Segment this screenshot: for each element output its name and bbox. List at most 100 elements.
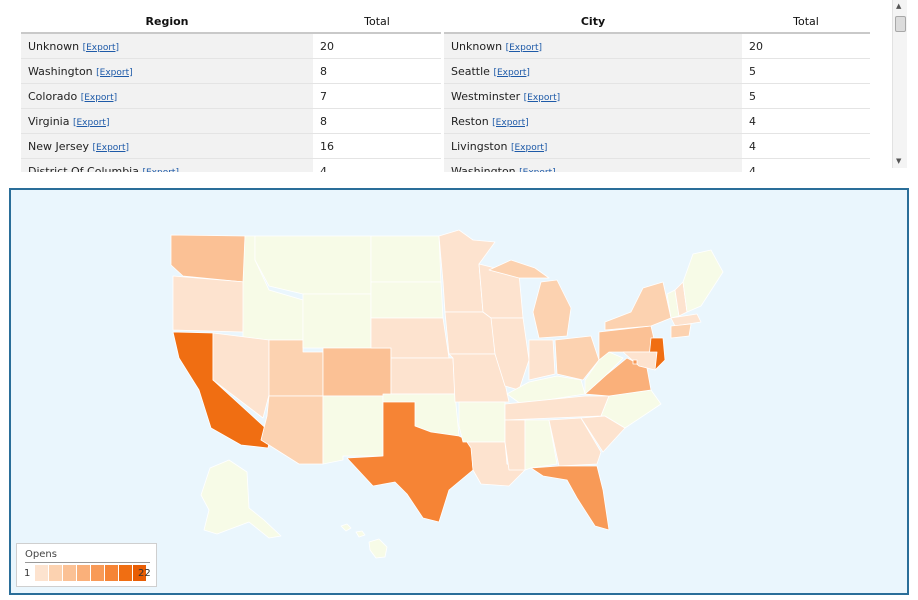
city-name-cell: Unknown [Export] xyxy=(444,33,742,59)
region-row: Unknown [Export] 20 xyxy=(21,33,441,59)
legend-swatch xyxy=(119,565,132,581)
legend-swatch xyxy=(105,565,118,581)
region-name-cell: Virginia [Export] xyxy=(21,108,313,134)
state-connecticut xyxy=(670,323,692,339)
region-total-cell: 8 xyxy=(313,108,441,134)
city-name-cell: Seattle [Export] xyxy=(444,58,742,84)
state-colorado xyxy=(322,347,392,397)
region-total-cell: 8 xyxy=(313,58,441,84)
city-name-cell: Livingston [Export] xyxy=(444,133,742,159)
state-new-york xyxy=(604,281,672,331)
city-name: Seattle xyxy=(451,64,490,78)
legend-swatch xyxy=(63,565,76,581)
city-name: Washington xyxy=(451,164,516,173)
state-kansas xyxy=(390,357,456,395)
state-florida xyxy=(530,465,610,531)
region-name: Colorado xyxy=(28,89,78,103)
scroll-thumb[interactable] xyxy=(895,16,906,32)
city-total-cell: 20 xyxy=(742,33,870,59)
state-wyoming xyxy=(302,293,372,349)
export-link[interactable]: [Export] xyxy=(73,118,109,128)
legend-color-scale xyxy=(35,565,147,581)
region-row: Washington [Export] 8 xyxy=(21,58,441,84)
state-maine xyxy=(682,249,724,313)
city-name: Westminster xyxy=(451,89,521,103)
city-name-cell: Washington [Export] xyxy=(444,158,742,173)
region-row: Virginia [Export] 8 xyxy=(21,108,441,134)
state-michigan xyxy=(532,279,572,339)
scroll-down-arrow-icon[interactable]: ▼ xyxy=(896,157,901,165)
region-row: Colorado [Export] 7 xyxy=(21,83,441,109)
region-row: New Jersey [Export] 16 xyxy=(21,133,441,159)
state-hawaii-1 xyxy=(340,523,352,532)
city-name-cell: Reston [Export] xyxy=(444,108,742,134)
city-row: Unknown [Export] 20 xyxy=(444,33,870,59)
region-name: Virginia xyxy=(28,114,70,128)
region-name: New Jersey xyxy=(28,139,90,153)
city-name: Unknown xyxy=(451,39,503,53)
export-link[interactable]: [Export] xyxy=(492,118,528,128)
city-table-header: City Total xyxy=(444,10,870,34)
export-link[interactable]: [Export] xyxy=(524,93,560,103)
city-name-cell: Westminster [Export] xyxy=(444,83,742,109)
export-link[interactable]: [Export] xyxy=(519,168,555,173)
city-row: Washington [Export]4 xyxy=(444,158,870,173)
region-name-cell: New Jersey [Export] xyxy=(21,133,313,159)
city-total-cell: 5 xyxy=(742,58,870,84)
export-link[interactable]: [Export] xyxy=(81,93,117,103)
city-total-cell: 5 xyxy=(742,83,870,109)
region-name: District Of Columbia xyxy=(28,164,139,173)
city-table: City Total Unknown [Export] 20 Seattle [Ex… xyxy=(444,10,870,172)
legend-swatch xyxy=(77,565,90,581)
legend-max-value: 22 xyxy=(138,568,151,579)
state-hawaii-3 xyxy=(368,538,388,559)
state-arizona xyxy=(260,395,324,465)
city-row: Westminster [Export] 5 xyxy=(444,83,870,109)
city-total-cell: 4 xyxy=(742,108,870,134)
state-south-dakota xyxy=(370,281,444,319)
export-link[interactable]: [Export] xyxy=(142,168,178,173)
region-total-cell: 16 xyxy=(313,133,441,159)
export-link[interactable]: [Export] xyxy=(506,43,542,53)
export-link[interactable]: [Export] xyxy=(493,68,529,78)
legend-divider xyxy=(25,562,150,563)
region-name-cell: Washington [Export] xyxy=(21,58,313,84)
city-total-header[interactable]: Total xyxy=(742,10,870,34)
city-row: Seattle [Export] 5 xyxy=(444,58,870,84)
table-scrollbar[interactable]: ▲ ▼ xyxy=(892,0,907,168)
export-link[interactable]: [Export] xyxy=(96,68,132,78)
export-link[interactable]: [Export] xyxy=(511,143,547,153)
state-indiana xyxy=(528,339,556,381)
city-total-cell: 4 xyxy=(742,158,870,172)
legend-title: Opens xyxy=(25,549,57,560)
us-map xyxy=(170,229,724,559)
region-name-cell: Colorado [Export] xyxy=(21,83,313,109)
city-row: Reston [Export] 4 xyxy=(444,108,870,134)
city-name: Reston xyxy=(451,114,489,128)
state-hawaii-2 xyxy=(355,530,366,538)
geo-map-panel: Opens 1 22 xyxy=(9,188,909,595)
legend-swatch xyxy=(91,565,104,581)
region-table-header: Region Total xyxy=(21,10,441,34)
state-north-dakota xyxy=(370,235,442,283)
export-link[interactable]: [Export] xyxy=(83,43,119,53)
region-row: District Of Columbia [Export]4 xyxy=(21,158,441,173)
city-header[interactable]: City xyxy=(444,10,742,34)
scroll-up-arrow-icon[interactable]: ▲ xyxy=(896,2,901,10)
region-header[interactable]: Region xyxy=(21,10,313,34)
legend-min-value: 1 xyxy=(24,568,31,579)
state-new-mexico xyxy=(322,395,384,465)
state-arkansas xyxy=(458,401,506,443)
state-iowa xyxy=(444,311,496,355)
region-total-header[interactable]: Total xyxy=(313,10,441,34)
region-name: Washington xyxy=(28,64,93,78)
region-name-cell: District Of Columbia [Export] xyxy=(21,158,313,173)
state-mississippi xyxy=(504,419,526,471)
region-table: Region Total Unknown [Export] 20 Washingto… xyxy=(21,10,441,172)
region-name-cell: Unknown [Export] xyxy=(21,33,313,59)
legend-swatch xyxy=(35,565,48,581)
state-district-of-columbia xyxy=(632,359,638,365)
export-link[interactable]: [Export] xyxy=(93,143,129,153)
city-total-cell: 4 xyxy=(742,133,870,159)
city-name: Livingston xyxy=(451,139,508,153)
